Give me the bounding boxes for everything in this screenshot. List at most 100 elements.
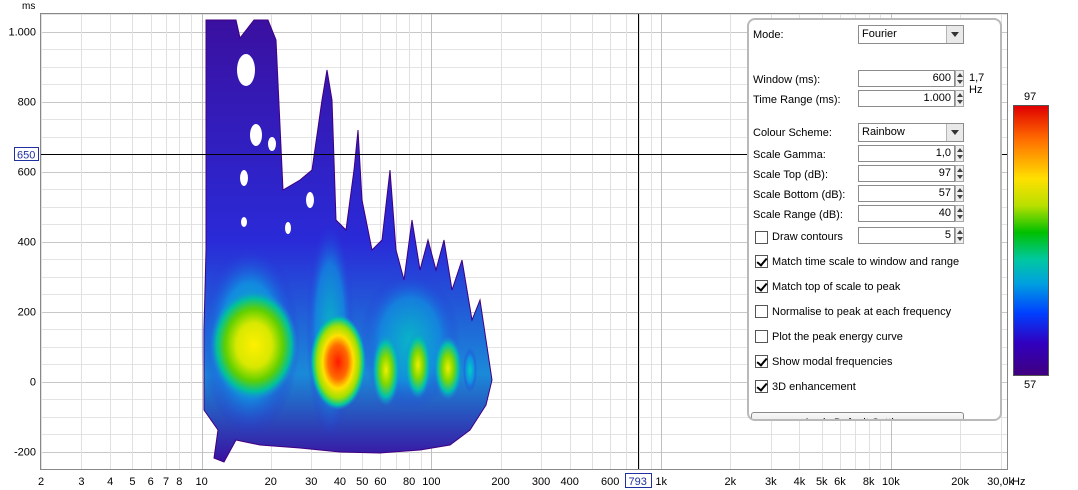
cursor-x-readout: 793: [625, 473, 652, 488]
window-value: 600: [932, 72, 951, 84]
color-scale-top-label: 97: [1024, 91, 1037, 103]
scale-top-value: 97: [938, 167, 951, 179]
x-tick-label: 20: [265, 476, 277, 488]
draw-contours-checkbox[interactable]: [755, 231, 768, 244]
x-tick-label: 80: [403, 476, 415, 488]
x-tick-label: 30: [305, 476, 317, 488]
x-tick-label: 40: [334, 476, 346, 488]
y-axis-unit: ms: [22, 1, 35, 12]
checkmark-icon: [756, 380, 768, 392]
colour-scheme-label: Colour Scheme:: [753, 127, 832, 139]
window-label: Window (ms):: [753, 74, 821, 86]
normalise-checkbox[interactable]: [755, 305, 768, 318]
match-top-checkbox[interactable]: [755, 280, 768, 293]
chevron-down-icon[interactable]: [946, 124, 963, 141]
y-tick-label: 800: [18, 97, 36, 109]
x-tick-label: 6: [148, 476, 154, 488]
x-axis-labels: 2 3 4 5 6 7 8 10 20 30 40 50 60 80 100 200 300 400 600 1k 2k…: [38, 476, 1015, 488]
x-tick-label: 7: [163, 476, 169, 488]
scale-bottom-label: Scale Bottom (dB):: [753, 189, 846, 201]
time-range-stepper[interactable]: [955, 90, 964, 107]
colour-scheme-value: Rainbow: [862, 126, 905, 138]
scale-top-stepper[interactable]: [955, 165, 964, 182]
scale-range-stepper[interactable]: [955, 205, 964, 222]
x-tick-label: 6k: [834, 476, 846, 488]
y-tick-label: 0: [30, 377, 36, 389]
x-tick-label: 20k: [951, 476, 969, 488]
x-tick-label: 400: [561, 476, 579, 488]
x-tick-label: 5k: [816, 476, 828, 488]
y-tick-label: -200: [14, 447, 36, 459]
x-tick-label: 8k: [863, 476, 875, 488]
x-tick-label: 3k: [765, 476, 777, 488]
scale-bottom-field[interactable]: 57: [858, 185, 955, 202]
checkmark-icon: [756, 255, 768, 267]
match-time-checkbox[interactable]: [755, 255, 768, 268]
x-tick-label: 3: [78, 476, 84, 488]
contours-value: 5: [944, 229, 951, 241]
match-time-label: Match time scale to window and range: [772, 256, 960, 268]
x-tick-label: 1k: [655, 476, 667, 488]
x-tick-label: 4k: [794, 476, 806, 488]
scale-bottom-value: 57: [938, 187, 951, 199]
colour-scheme-select[interactable]: Rainbow: [858, 123, 964, 142]
x-tick-label: 600: [601, 476, 619, 488]
cursor-y-readout: 650: [14, 147, 39, 162]
y-tick-label: 200: [18, 307, 36, 319]
x-tick-label: 100: [422, 476, 440, 488]
contours-field[interactable]: 5: [858, 227, 955, 244]
x-tick-label: 2k: [725, 476, 737, 488]
apply-default-settings-button[interactable]: Apply Default Settings: [751, 412, 964, 419]
scale-top-field[interactable]: 97: [858, 165, 955, 182]
x-tick-label: 10: [195, 476, 207, 488]
scale-range-value: 40: [938, 207, 951, 219]
mode-select[interactable]: Fourier: [858, 25, 964, 44]
window-frequency: 1,7 Hz: [969, 72, 985, 96]
svg-text:650: 650: [17, 150, 35, 162]
y-axis-labels: 1.000 800 600 400 200 0 -200: [8, 27, 36, 459]
modal-frequencies-label: Show modal frequencies: [772, 356, 893, 368]
color-scale-bar: [1013, 105, 1049, 376]
energy-decay-surface: [200, 19, 493, 463]
x-tick-label: 50: [356, 476, 368, 488]
mode-value: Fourier: [862, 28, 897, 40]
scale-bottom-stepper[interactable]: [955, 185, 964, 202]
window-stepper[interactable]: [955, 70, 964, 87]
scale-gamma-value: 1,0: [935, 147, 951, 159]
x-tick-label: 60: [374, 476, 386, 488]
peak-energy-checkbox[interactable]: [755, 330, 768, 343]
x-tick-label: 30,0k: [987, 476, 1014, 488]
time-range-value: 1.000: [923, 92, 951, 104]
y-tick-label: 1.000: [8, 27, 36, 39]
match-top-label: Match top of scale to peak: [772, 281, 901, 293]
scale-gamma-label: Scale Gamma:: [753, 149, 826, 161]
scale-gamma-field[interactable]: 1,0: [858, 145, 955, 162]
time-range-label: Time Range (ms):: [753, 94, 841, 106]
y-tick-label: 400: [18, 237, 36, 249]
scale-range-field[interactable]: 40: [858, 205, 955, 222]
checkmark-icon: [756, 355, 768, 367]
3d-enhancement-checkbox[interactable]: [755, 380, 768, 393]
scale-top-label: Scale Top (dB):: [753, 169, 829, 181]
scale-range-label: Scale Range (dB):: [753, 209, 843, 221]
scale-gamma-stepper[interactable]: [955, 145, 964, 162]
x-axis-unit: Hz: [1012, 476, 1025, 488]
time-range-field[interactable]: 1.000: [858, 90, 955, 107]
modal-frequencies-checkbox[interactable]: [755, 355, 768, 368]
mode-label: Mode:: [753, 29, 784, 41]
x-tick-label: 300: [532, 476, 550, 488]
x-tick-label: 200: [491, 476, 509, 488]
x-tick-label: 5: [129, 476, 135, 488]
y-tick-label: 600: [18, 167, 36, 179]
x-tick-label: 4: [107, 476, 113, 488]
chevron-down-icon[interactable]: [946, 26, 963, 43]
x-tick-label: 2: [38, 476, 44, 488]
x-tick-label: 10k: [882, 476, 900, 488]
contours-stepper[interactable]: [955, 227, 964, 244]
3d-enhancement-label: 3D enhancement: [772, 381, 856, 393]
window-field[interactable]: 600: [858, 70, 955, 87]
svg-text:793: 793: [629, 476, 647, 488]
normalise-label: Normalise to peak at each frequency: [772, 306, 952, 318]
x-tick-label: 8: [176, 476, 182, 488]
spectrogram-controls-panel: Mode: Fourier Window (ms): 600 1,7 Hz Ti…: [747, 18, 1002, 421]
